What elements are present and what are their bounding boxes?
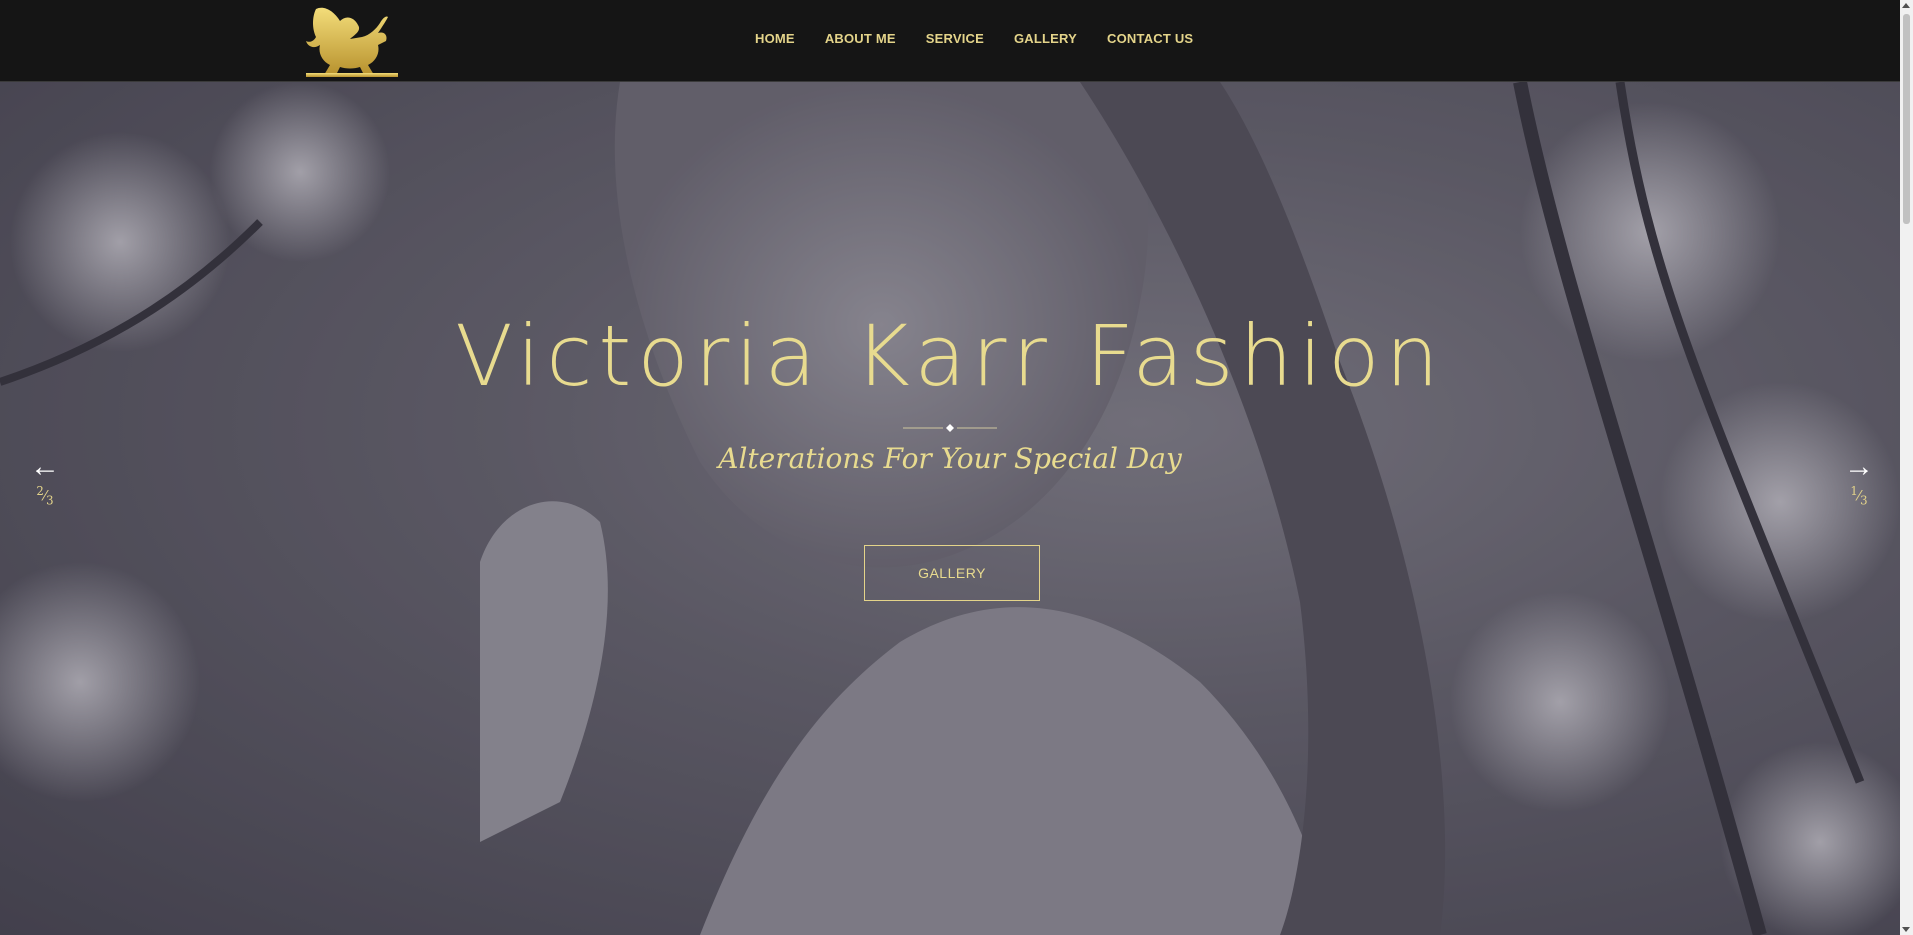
nav-contact-us[interactable]: CONTACT US — [1092, 31, 1208, 46]
scroll-down-icon[interactable] — [1902, 927, 1910, 932]
hero-overlay — [0, 82, 1900, 935]
hero-title: Victoria Karr Fashion — [455, 307, 1445, 405]
navbar: HOME ABOUT ME SERVICE GALLERY CONTACT US — [0, 0, 1900, 82]
nav-gallery[interactable]: GALLERY — [999, 31, 1092, 46]
hero-subtitle: Alterations For Your Special Day — [718, 442, 1182, 475]
slider-next-button[interactable]: → 1⁄3 — [1839, 450, 1879, 508]
nav-about-me[interactable]: ABOUT ME — [810, 31, 911, 46]
slide-counter-prev: 2⁄3 — [36, 484, 54, 508]
slide-counter-next: 1⁄3 — [1850, 484, 1868, 508]
nav-service[interactable]: SERVICE — [911, 31, 999, 46]
nav-home[interactable]: HOME — [740, 31, 810, 46]
page-scrollbar[interactable] — [1900, 0, 1913, 935]
scroll-thumb[interactable] — [1903, 14, 1910, 224]
main-nav: HOME ABOUT ME SERVICE GALLERY CONTACT US — [740, 31, 1208, 46]
slider-prev-button[interactable]: ← 2⁄3 — [25, 450, 65, 508]
title-divider — [903, 424, 997, 432]
hero-slider: Victoria Karr Fashion Alterations For Yo… — [0, 82, 1900, 935]
arrow-left-icon: ← — [30, 450, 60, 483]
gallery-button[interactable]: GALLERY — [864, 545, 1040, 601]
scroll-up-icon[interactable] — [1902, 3, 1910, 8]
logo-griffin-icon[interactable] — [302, 1, 402, 79]
arrow-right-icon: → — [1844, 450, 1874, 483]
